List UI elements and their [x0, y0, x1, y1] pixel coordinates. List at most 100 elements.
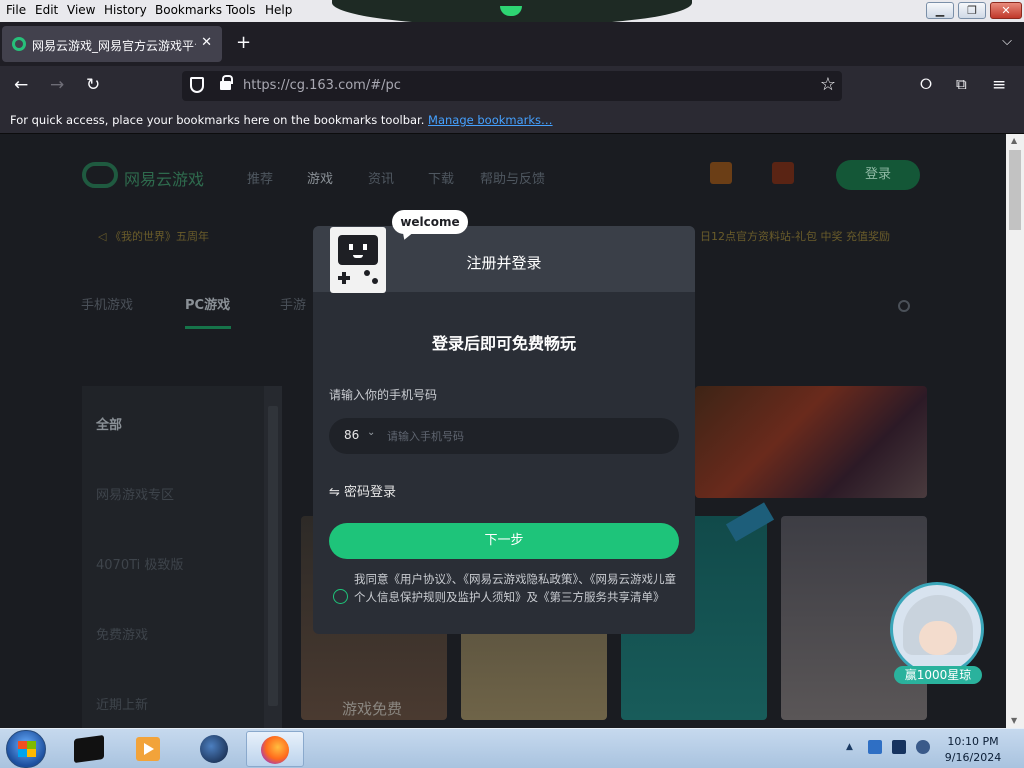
windows-taskbar: ▲ 10:10 PM 9/16/2024	[0, 728, 1024, 768]
globe-icon	[200, 735, 228, 763]
tab-title: 网易云游戏_网易官方云游戏平台	[32, 39, 196, 53]
country-code-select[interactable]: 86	[344, 428, 359, 442]
mascot-eye	[349, 244, 353, 250]
new-tab-button[interactable]: +	[236, 32, 251, 53]
pocket-icon[interactable]: ⭘	[920, 75, 932, 93]
menu-edit[interactable]: Edit	[35, 3, 58, 17]
tray-volume-icon[interactable]	[916, 740, 930, 754]
tab-mobile-games[interactable]: 手机游戏	[81, 294, 133, 313]
clock-time[interactable]: 10:10 PM	[930, 735, 1016, 748]
window-close-button[interactable]: ✕	[990, 2, 1022, 19]
reload-icon[interactable]: ↻	[86, 75, 100, 95]
mascot-mouth	[353, 255, 363, 258]
nav-help[interactable]: 帮助与反馈	[480, 168, 545, 187]
promo-label[interactable]: 赢1000星琼	[894, 666, 982, 684]
chevron-down-icon[interactable]: ⌄	[367, 427, 375, 438]
phone-label: 请输入你的手机号码	[329, 388, 438, 402]
modal-headline: 登录后即可免费畅玩	[431, 334, 576, 353]
clock-date[interactable]: 9/16/2024	[930, 751, 1016, 764]
taskbar-app-media-player[interactable]	[122, 731, 178, 767]
site-logo-icon	[82, 162, 118, 188]
bookmark-star-icon[interactable]: ☆	[820, 74, 836, 95]
url-host: https://cg.163.com	[243, 78, 366, 93]
search-icon[interactable]	[898, 300, 910, 312]
password-login-link[interactable]: ⇋ 密码登录	[329, 481, 396, 500]
tab-active[interactable]: 网易云游戏_网易官方云游戏平台 ✕	[2, 26, 222, 62]
welcome-bubble: welcome	[392, 210, 468, 234]
card-label: 游戏免费	[342, 700, 403, 718]
agreement-text[interactable]: 我同意《用户协议》、《网易云游戏隐私政策》、《网易云游戏儿童个人信息保护规则及监…	[354, 570, 680, 606]
notice-text-right: 日12点官方资料站-礼包 中奖 充值奖励	[700, 230, 890, 243]
nav-games[interactable]: 游戏	[307, 168, 333, 187]
nav-news[interactable]: 资讯	[368, 168, 394, 187]
banner-image[interactable]	[695, 386, 927, 498]
sidebar-scroll-thumb[interactable]	[268, 406, 278, 706]
menu-tools[interactable]: Tools	[226, 3, 256, 17]
back-arrow-icon[interactable]: ←	[14, 75, 28, 95]
titlebar-led	[500, 6, 522, 16]
forward-arrow-icon[interactable]: →	[50, 75, 64, 95]
tray-network-icon[interactable]	[868, 740, 882, 754]
bookmarks-hint: For quick access, place your bookmarks h…	[10, 113, 425, 127]
nav-recommend[interactable]: 推荐	[247, 168, 273, 187]
sidebar-item-all[interactable]: 全部	[96, 414, 122, 433]
tab-bar: 网易云游戏_网易官方云游戏平台 ✕ + ⌵	[0, 22, 1024, 66]
list-tabs-chevron-icon[interactable]: ⌵	[1002, 34, 1012, 49]
menu-history[interactable]: History	[104, 3, 147, 17]
taskbar-app-globe[interactable]	[186, 731, 242, 767]
black-box-icon	[74, 734, 104, 764]
scroll-up-arrow-icon[interactable]: ▲	[1011, 136, 1017, 145]
floating-promo[interactable]: 赢1000星琼	[888, 582, 986, 684]
nav-download[interactable]: 下载	[428, 168, 454, 187]
present-icon[interactable]	[772, 162, 794, 184]
notice-text: ◁ 《我的世界》五周年	[98, 230, 209, 243]
agreement-checkbox[interactable]	[333, 589, 348, 604]
page-scroll-thumb[interactable]	[1009, 150, 1021, 230]
tab-pc-games[interactable]: PC游戏	[185, 294, 230, 313]
sidebar-scrollbar[interactable]	[264, 386, 282, 728]
taskbar-app-terminal[interactable]	[62, 731, 118, 767]
sidebar-item-free[interactable]: 免费游戏	[96, 624, 148, 643]
menu-file[interactable]: File	[6, 3, 26, 17]
sidebar-item-4070ti[interactable]: 4070Ti 极致版	[96, 554, 183, 573]
url-bar[interactable]: https://cg.163.com/#/pc ☆	[182, 71, 842, 101]
next-step-button[interactable]: 下一步	[329, 523, 679, 559]
tab-mobile-other[interactable]: 手游	[280, 294, 306, 313]
tracking-shield-icon[interactable]	[190, 77, 204, 93]
phone-field[interactable]: 86 ⌄	[329, 418, 679, 454]
windows-logo-icon	[18, 741, 36, 757]
bookmarks-toolbar: For quick access, place your bookmarks h…	[0, 106, 1024, 134]
manage-bookmarks-link[interactable]: Manage bookmarks…	[428, 113, 553, 127]
site-favicon-icon	[12, 37, 26, 51]
promo-avatar[interactable]	[890, 582, 984, 676]
sidebar-item-new[interactable]: 近期上新	[96, 694, 148, 713]
mascot-eye	[363, 244, 367, 250]
mascot-gameboy-icon	[330, 227, 386, 293]
promo-character-face	[919, 621, 957, 655]
tab-close-icon[interactable]: ✕	[201, 35, 212, 50]
minimize-button[interactable]: ▁	[926, 2, 954, 19]
menu-bookmarks[interactable]: Bookmarks	[155, 3, 222, 17]
url-text[interactable]: https://cg.163.com/#/pc	[243, 78, 401, 93]
scroll-down-arrow-icon[interactable]: ▼	[1011, 716, 1017, 725]
phone-input[interactable]	[387, 427, 667, 445]
bookmarks-message: For quick access, place your bookmarks h…	[10, 113, 553, 127]
hamburger-menu-icon[interactable]: ≡	[992, 75, 1006, 95]
sidebar-item-netease[interactable]: 网易游戏专区	[96, 484, 174, 503]
tray-display-icon[interactable]	[892, 740, 906, 754]
start-button[interactable]	[6, 730, 46, 768]
taskbar-app-firefox[interactable]	[246, 731, 304, 767]
menu-bar: File Edit View History Bookmarks Tools H…	[0, 0, 1024, 26]
mascot-button	[372, 278, 378, 284]
url-path: /#/pc	[365, 78, 401, 93]
menu-help[interactable]: Help	[265, 3, 292, 17]
extensions-icon[interactable]: ⧉	[956, 75, 967, 93]
login-button[interactable]: 登录	[836, 160, 920, 190]
restore-button[interactable]: ❐	[958, 2, 986, 19]
lock-icon[interactable]	[220, 75, 233, 90]
gift-box-icon[interactable]	[710, 162, 732, 184]
tray-expand-icon[interactable]: ▲	[846, 742, 853, 752]
page-scrollbar[interactable]: ▲ ▼	[1006, 134, 1024, 728]
menu-view[interactable]: View	[67, 3, 95, 17]
navigation-toolbar: ← → ↻ https://cg.163.com/#/pc ☆ ⭘ ⧉ ≡	[0, 66, 1024, 106]
